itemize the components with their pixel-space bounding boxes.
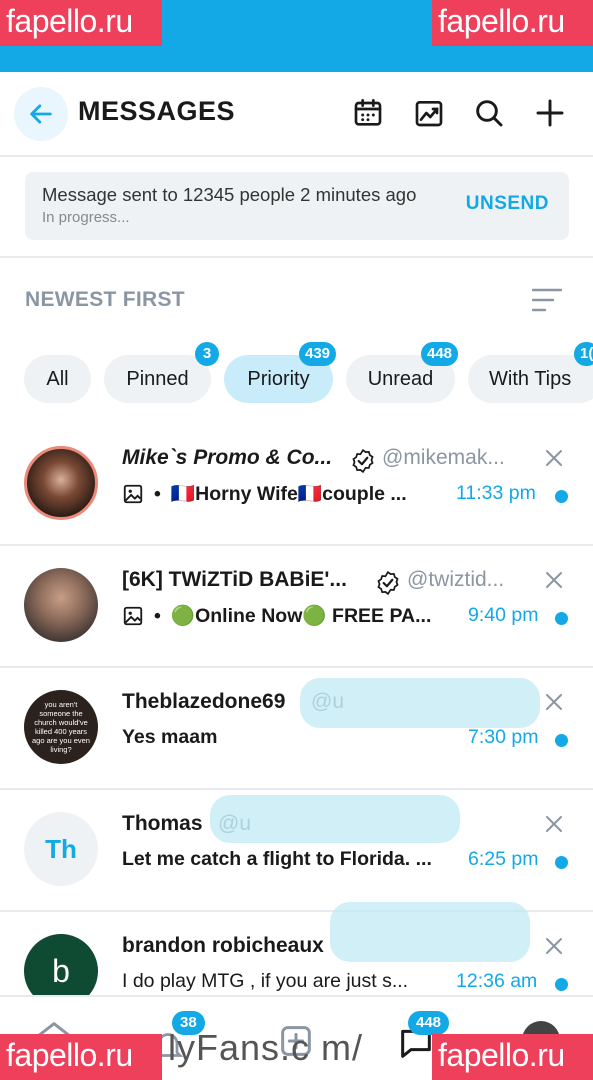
- conversation-name: Theblazedone69: [122, 690, 286, 713]
- conversation-handle: @twiztid...: [407, 568, 505, 591]
- banner-status: In progress...: [42, 209, 130, 226]
- message-preview: Yes maam: [122, 726, 218, 748]
- message-preview: Let me catch a flight to Florida. ...: [122, 848, 432, 870]
- close-icon[interactable]: [542, 446, 566, 470]
- conversation-handle: @mikemak...: [382, 446, 505, 469]
- message-preview-row: • 🟢Online Now🟢 FREE PA...: [122, 604, 431, 628]
- chip-label: Pinned: [126, 367, 189, 390]
- conversation-name: Mike`s Promo & Co...: [122, 446, 333, 469]
- verified-icon: [377, 570, 399, 596]
- count-badge: 1(: [574, 342, 593, 366]
- sort-label[interactable]: NEWEST FIRST: [25, 288, 185, 312]
- message-time: 11:33 pm: [456, 482, 536, 504]
- avatar[interactable]: [24, 568, 98, 642]
- avatar-initials: Th: [45, 833, 77, 864]
- chip-label: Priority: [247, 367, 310, 390]
- avatar-caption: you aren't someone the church would've k…: [32, 700, 90, 754]
- messages-badge: 448: [408, 1011, 450, 1035]
- conversation-name: [6K] TWiZTiD BABiE'...: [122, 568, 347, 591]
- close-icon[interactable]: [542, 690, 566, 714]
- divider: [0, 256, 593, 258]
- close-icon[interactable]: [542, 934, 566, 958]
- message-preview-row: • 🇫🇷Horny Wife🇫🇷couple ...: [122, 482, 407, 506]
- avatar[interactable]: you aren't someone the church would've k…: [24, 690, 98, 764]
- calendar-icon: [354, 99, 382, 126]
- unread-dot: [555, 856, 568, 869]
- unread-dot: [555, 612, 568, 625]
- sort-button[interactable]: [531, 288, 563, 312]
- filter-tabs: All Pinned 3 Priority 439 Unread 448 Wit…: [0, 340, 593, 410]
- verified-icon: [352, 448, 374, 474]
- unsend-button[interactable]: UNSEND: [466, 193, 549, 215]
- chip-label: Unread: [367, 367, 434, 390]
- count-badge: 3: [195, 342, 219, 366]
- unread-dot: [555, 978, 568, 991]
- close-icon[interactable]: [542, 812, 566, 836]
- conversation-name: brandon robicheaux: [122, 934, 324, 957]
- chip-label: With Tips: [489, 367, 572, 390]
- message-preview: 🇫🇷Horny Wife🇫🇷couple ...: [170, 483, 407, 505]
- banner-message: Message sent to 12345 people 2 minutes a…: [42, 184, 417, 205]
- filter-chip-pinned[interactable]: Pinned: [104, 355, 211, 403]
- chart-image-icon: [415, 100, 443, 127]
- statistics-button[interactable]: [410, 94, 448, 132]
- redaction-blur: [330, 902, 530, 962]
- chip-label: All: [46, 367, 69, 390]
- filter-chip-all[interactable]: All: [24, 355, 91, 403]
- watermark-text: lyFans.c m/: [168, 1027, 364, 1068]
- avatar-initials: b: [52, 952, 70, 989]
- top-bar: MESSAGES: [0, 72, 593, 157]
- separator-dot: •: [154, 604, 161, 627]
- watermark: fapello.ru: [0, 1034, 162, 1080]
- avatar[interactable]: [24, 446, 98, 520]
- conversation-item[interactable]: you aren't someone the church would've k…: [0, 668, 593, 790]
- separator-dot: •: [154, 482, 161, 505]
- count-badge: 448: [421, 342, 459, 366]
- sort-icon: [531, 288, 563, 312]
- close-icon[interactable]: [542, 568, 566, 592]
- avatar[interactable]: Th: [24, 812, 98, 886]
- message-preview: 🟢Online Now🟢 FREE PA...: [170, 605, 432, 627]
- conversation-item[interactable]: Th Thomas @u Let me catch a flight to Fl…: [0, 790, 593, 912]
- count-badge: 439: [299, 342, 337, 366]
- watermark: fapello.ru: [0, 0, 162, 46]
- message-time: 9:40 pm: [468, 604, 539, 626]
- redaction-blur: [300, 678, 540, 728]
- search-button[interactable]: [470, 94, 508, 132]
- unread-dot: [555, 490, 568, 503]
- redaction-blur: [210, 795, 460, 843]
- search-icon: [476, 100, 503, 127]
- page-title: MESSAGES: [78, 96, 236, 126]
- conversation-name: Thomas: [122, 812, 203, 835]
- unread-dot: [555, 734, 568, 747]
- conversation-item[interactable]: [6K] TWiZTiD BABiE'... @twiztid... • 🟢On…: [0, 546, 593, 668]
- mass-message-banner: Message sent to 12345 people 2 minutes a…: [25, 172, 569, 240]
- arrow-left-icon: [30, 104, 52, 124]
- plus-icon: [536, 99, 564, 127]
- calendar-button[interactable]: [349, 94, 387, 132]
- new-message-button[interactable]: [531, 94, 569, 132]
- watermark: fapello.ru: [432, 0, 593, 46]
- filter-chip-with-tips[interactable]: With Tips: [468, 355, 593, 403]
- watermark: fapello.ru: [432, 1034, 593, 1080]
- message-time: 12:36 am: [456, 970, 538, 992]
- message-preview: I do play MTG , if you are just s...: [122, 970, 409, 992]
- message-time: 7:30 pm: [468, 726, 539, 748]
- conversation-item[interactable]: Mike`s Promo & Co... @mikemak... • 🇫🇷Hor…: [0, 424, 593, 546]
- message-time: 6:25 pm: [468, 848, 539, 870]
- image-icon: [123, 606, 143, 626]
- back-button[interactable]: [14, 87, 68, 141]
- image-icon: [123, 484, 143, 504]
